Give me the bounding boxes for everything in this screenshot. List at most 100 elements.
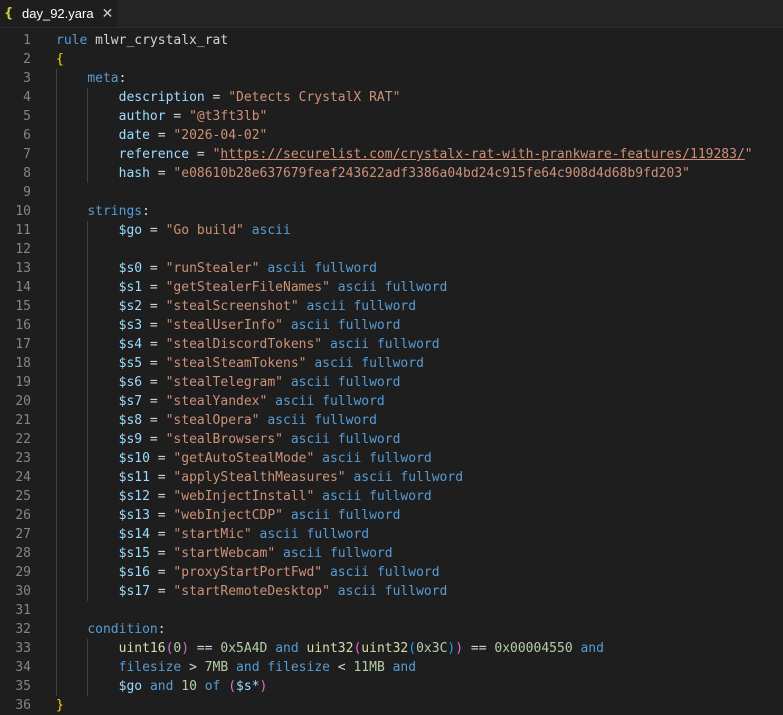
code-line[interactable]: 21 $s8 = "stealOpera" ascii fullword	[0, 411, 783, 430]
code-token: =	[189, 147, 213, 162]
code-line[interactable]: 9	[0, 183, 783, 202]
line-number: 14	[15, 280, 31, 295]
code-line[interactable]: 1 rule mlwr_crystalx_rat	[0, 31, 783, 50]
code-editor[interactable]: 1 rule mlwr_crystalx_rat 2{3 meta: 4 descri…	[0, 29, 783, 715]
code-token: condition	[87, 622, 158, 637]
code-token: "startMic"	[173, 527, 252, 542]
code-line[interactable]: 5 author = "@t3ft3lb"	[0, 107, 783, 126]
code-token: fullword	[314, 261, 377, 276]
code-line[interactable]: 20 $s7 = "stealYandex" ascii fullword	[0, 392, 783, 411]
code-token: =	[142, 337, 166, 352]
code-token: =	[142, 432, 166, 447]
code-token: 11MB	[353, 660, 385, 675]
code-line[interactable]: 27 $s14 = "startMic" ascii fullword	[0, 525, 783, 544]
code-line[interactable]: 30 $s17 = "startRemoteDesktop" ascii ful…	[0, 582, 783, 601]
code-line[interactable]: 35 $go and 10 of ($s*)	[0, 677, 783, 696]
code-line[interactable]: 7 reference = "https://securelist.com/cr…	[0, 145, 783, 164]
code-token: $s13	[118, 508, 150, 523]
code-line[interactable]: 15 $s2 = "stealScreenshot" ascii fullwor…	[0, 297, 783, 316]
code-token: mlwr_crystalx_rat	[87, 33, 229, 48]
code-token: strings	[87, 204, 143, 219]
code-token: $s1	[118, 280, 143, 295]
code-token: ascii	[322, 451, 362, 466]
code-line[interactable]: 2{	[0, 50, 783, 69]
line-number: 33	[15, 641, 31, 656]
line-number: 6	[23, 128, 31, 143]
code-token: "startWebcam"	[173, 546, 276, 561]
code-line[interactable]: 18 $s5 = "stealSteamTokens" ascii fullwo…	[0, 354, 783, 373]
code-line[interactable]: 3 meta:	[0, 69, 783, 88]
code-token: $s3	[118, 318, 143, 333]
code-line[interactable]: 17 $s4 = "stealDiscordTokens" ascii full…	[0, 335, 783, 354]
code-line[interactable]: 14 $s1 = "getStealerFileNames" ascii ful…	[0, 278, 783, 297]
code-token: "	[744, 147, 753, 162]
code-token: fullword	[314, 413, 377, 428]
code-token: fullword	[384, 280, 448, 295]
code-token: fullword	[337, 318, 401, 333]
code-token[interactable]: https://securelist.com/crystalx-rat-with…	[220, 147, 744, 162]
code-line[interactable]: 33 uint16(0) == 0x5A4D and uint32(uint32…	[0, 639, 783, 658]
code-token: 10	[181, 679, 197, 694]
code-line[interactable]: 26 $s13 = "webInjectCDP" ascii fullword	[0, 506, 783, 525]
code-token: "2026-04-02"	[173, 128, 268, 143]
code-line[interactable]: 11 $go = "Go build" ascii	[0, 221, 783, 240]
code-token: fullword	[361, 356, 424, 371]
code-token: and	[236, 660, 260, 675]
code-token: "stealOpera"	[165, 413, 260, 428]
code-line[interactable]: 28 $s15 = "startWebcam" ascii fullword	[0, 544, 783, 563]
code-token: =	[165, 109, 190, 124]
code-line[interactable]: 13 $s0 = "runStealer" ascii fullword	[0, 259, 783, 278]
code-line[interactable]: 24 $s11 = "applyStealthMeasures" ascii f…	[0, 468, 783, 487]
code-token: =	[142, 375, 166, 390]
line-number: 31	[15, 603, 31, 618]
code-line[interactable]: 31	[0, 601, 783, 620]
code-token: and	[392, 660, 417, 675]
code-token: fullword	[337, 375, 401, 390]
code-line[interactable]: 19 $s6 = "stealTelegram" ascii fullword	[0, 373, 783, 392]
code-token: >	[181, 660, 205, 675]
code-line[interactable]: 16 $s3 = "stealUserInfo" ascii fullword	[0, 316, 783, 335]
code-line[interactable]: 29 $s16 = "proxyStartPortFwd" ascii full…	[0, 563, 783, 582]
code-token: =	[204, 90, 229, 105]
code-token: $s8	[118, 413, 143, 428]
code-line[interactable]: 4 description = "Detects CrystalX RAT"	[0, 88, 783, 107]
code-line[interactable]: 34 filesize > 7MB and filesize < 11MB an…	[0, 658, 783, 677]
code-line[interactable]: 22 $s9 = "stealBrowsers" ascii fullword	[0, 430, 783, 449]
code-token: of	[204, 679, 221, 694]
code-token: "stealBrowsers"	[165, 432, 283, 447]
code-line[interactable]: 32 condition:	[0, 620, 783, 639]
line-number: 3	[23, 71, 31, 86]
code-line[interactable]: 36}	[0, 696, 783, 715]
code-token: =	[142, 318, 166, 333]
code-token: :	[118, 71, 127, 86]
code-line[interactable]: 25 $s12 = "webInjectInstall" ascii fullw…	[0, 487, 783, 506]
code-token: $s17	[118, 584, 150, 599]
code-line[interactable]: 6 date = "2026-04-02"	[0, 126, 783, 145]
code-token: fullword	[337, 508, 401, 523]
code-line[interactable]: 10 strings:	[0, 202, 783, 221]
code-line[interactable]: 8 hash = "e08610b28e637679feaf243622adf3…	[0, 164, 783, 183]
code-line[interactable]: 23 $s10 = "getAutoStealMode" ascii fullw…	[0, 449, 783, 468]
code-token: ascii	[290, 318, 330, 333]
code-token: $s0	[118, 261, 143, 276]
code-token: ascii	[259, 527, 299, 542]
close-icon[interactable]: ✕	[102, 6, 114, 22]
code-token: =	[149, 128, 174, 143]
code-token: ascii	[290, 432, 330, 447]
code-token: =	[149, 470, 174, 485]
code-line[interactable]: 12	[0, 240, 783, 259]
line-number: 26	[15, 508, 31, 523]
code-token: and	[275, 641, 299, 656]
tab-day-92-yara[interactable]: { day_92.yara ✕	[0, 0, 118, 27]
code-token: =	[142, 280, 166, 295]
code-token: 0x5A4D	[220, 641, 268, 656]
